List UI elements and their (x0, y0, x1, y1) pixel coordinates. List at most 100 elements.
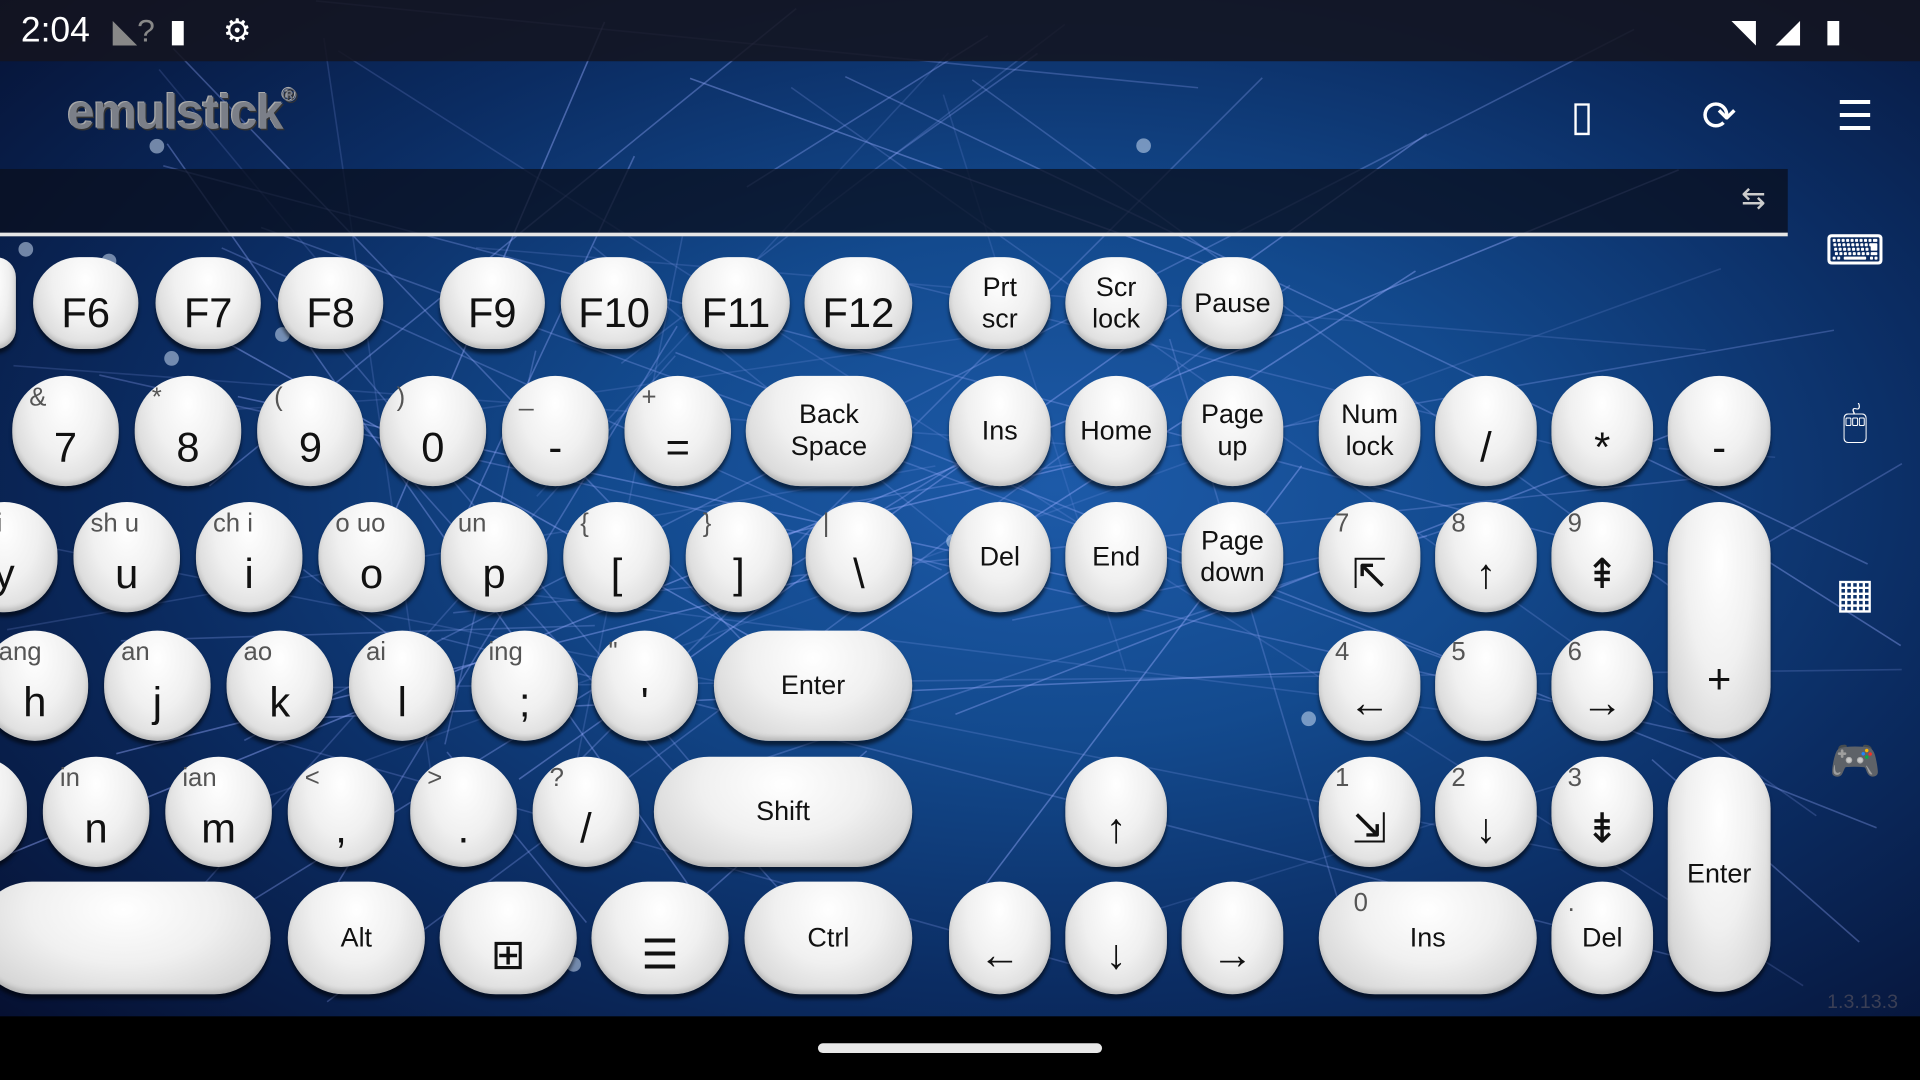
key-f10[interactable]: F10 (560, 257, 668, 349)
key-↑[interactable]: 8 ↑ (1435, 502, 1537, 613)
key-⊞[interactable]: ⊞ (439, 881, 577, 995)
key-shift-label: o uo (335, 509, 386, 538)
key-blank[interactable] (0, 257, 16, 349)
key-label: ↑ (1105, 805, 1127, 852)
key-home[interactable]: Home (1065, 375, 1167, 487)
key-p[interactable]: un p (440, 502, 548, 613)
key-ctrl[interactable]: Ctrl (744, 881, 913, 995)
gamepad-icon[interactable]: 🎮 (1818, 731, 1891, 792)
home-gesture-handle[interactable] (817, 1043, 1103, 1054)
network-glow (164, 351, 179, 366)
key-label: Enter (1686, 858, 1752, 889)
key-*[interactable]: * (1551, 375, 1654, 487)
key-blank[interactable] (0, 881, 271, 995)
key-u[interactable]: sh u u (73, 502, 181, 613)
key-→[interactable]: 6 → (1551, 630, 1654, 741)
key-⇞[interactable]: 9 ⇞ (1551, 502, 1654, 613)
key-shift-label: & (29, 383, 47, 412)
key-n[interactable]: in n (42, 756, 150, 867)
key-/[interactable]: ? / (532, 756, 640, 867)
key-][interactable]: }] (685, 502, 793, 613)
key-num-lock[interactable]: Num lock (1318, 375, 1421, 487)
key-shift-label: 7 (1335, 509, 1350, 538)
key-j[interactable]: an j (104, 630, 211, 741)
key-f9[interactable]: F9 (439, 257, 545, 349)
key-page-up[interactable]: Page up (1181, 375, 1284, 487)
key-f8[interactable]: F8 (277, 257, 384, 349)
key-;[interactable]: ing; (471, 630, 578, 741)
key-f11[interactable]: F11 (682, 257, 790, 349)
key-f6[interactable]: F6 (33, 257, 139, 349)
key-⇲[interactable]: 1 ⇲ (1318, 756, 1421, 867)
key-shift-label: 0 (1353, 888, 1368, 918)
sync-icon[interactable]: ⟳ (1682, 86, 1755, 147)
key-label: \ (853, 550, 865, 598)
list-icon[interactable]: ☰ (1818, 86, 1891, 147)
widgets-icon[interactable]: ▦ (1818, 563, 1891, 624)
key-enter[interactable]: Enter (1667, 756, 1771, 992)
key-←[interactable]: ← (948, 881, 1051, 995)
key-7[interactable]: & 7 (12, 375, 119, 487)
key-label: ← (978, 932, 1021, 979)
key-/[interactable]: / (1435, 375, 1537, 487)
key-☰[interactable]: ☰ (591, 881, 729, 995)
key-del[interactable]: . Del (1551, 881, 1654, 995)
key-f7[interactable]: F7 (155, 257, 261, 349)
key-shift[interactable]: Shift (653, 756, 913, 867)
phone-icon[interactable]: ▯ (1545, 86, 1618, 147)
key-shift-label: + (641, 383, 657, 412)
key-l[interactable]: ai l (348, 630, 456, 741)
key-label: Prt scr (981, 270, 1018, 334)
key-'[interactable]: " ' (591, 630, 698, 741)
key-prt-scr[interactable]: Prt scr (948, 257, 1051, 349)
key-0[interactable]: ) 0 (379, 375, 487, 487)
key-label: Enter (780, 669, 846, 701)
android-debug-icon: ⚙ (222, 12, 252, 49)
mouse-icon[interactable]: 🖱 (1818, 392, 1891, 453)
swap-arrows-icon[interactable]: ⇆ (1741, 181, 1766, 217)
status-bar: 2:04 ◣? ▮ ⚙ ◥ ◢ ▮ (0, 0, 1920, 62)
key-⇟[interactable]: 3 ⇟ (1551, 756, 1654, 867)
key-8[interactable]: * 8 (134, 375, 242, 487)
key-ins[interactable]: Ins (948, 375, 1051, 487)
key-m[interactable]: ian m (165, 756, 272, 867)
key-label: k (269, 679, 291, 726)
text-input-bar[interactable]: ⇆ (0, 168, 1788, 237)
key--[interactable]: - (1667, 375, 1771, 487)
key-pause[interactable]: Pause (1181, 257, 1284, 349)
key-shift-label: } (702, 509, 712, 538)
key-f12[interactable]: F12 (804, 257, 913, 349)
key-←[interactable]: 4 ← (1318, 630, 1421, 741)
key-⇱[interactable]: 7 ⇱ (1318, 502, 1421, 613)
keyboard-icon[interactable]: ⌨ (1818, 220, 1891, 281)
key-i[interactable]: ch i i (195, 502, 303, 613)
key-end[interactable]: End (1065, 502, 1167, 613)
key-shift-label: 1 (1335, 764, 1350, 793)
key-\[interactable]: | \ (805, 502, 913, 613)
key-alt[interactable]: Alt (287, 881, 425, 995)
key-↓[interactable]: 2 ↓ (1435, 756, 1537, 867)
key-=[interactable]: + = (624, 375, 732, 487)
key-o[interactable]: o uo o (318, 502, 425, 613)
key-blank[interactable]: 5 (1435, 630, 1537, 741)
key-shift-label: | (822, 509, 830, 538)
key-↑[interactable]: ↑ (1065, 756, 1167, 867)
key-del[interactable]: Del (948, 502, 1051, 613)
key-,[interactable]: <, (287, 756, 395, 867)
key-scr-lock[interactable]: Scr lock (1065, 257, 1167, 349)
key-label: Page down (1200, 524, 1265, 588)
key-label: u (115, 550, 139, 598)
key-label: / (580, 805, 592, 852)
key--[interactable]: _ - (502, 375, 609, 487)
key-→[interactable]: → (1181, 881, 1284, 995)
key-.[interactable]: >. (410, 756, 517, 867)
key-+[interactable]: + (1667, 502, 1771, 739)
key-back-space[interactable]: Back Space (745, 375, 913, 487)
key-9[interactable]: (9 (257, 375, 364, 487)
key-↓[interactable]: ↓ (1065, 881, 1167, 995)
key-k[interactable]: ao k (226, 630, 334, 741)
key-enter[interactable]: Enter (713, 630, 913, 741)
key-ins[interactable]: 0 Ins (1318, 881, 1537, 995)
key-page-down[interactable]: Page down (1181, 502, 1284, 613)
key-[[interactable]: {[ (563, 502, 670, 613)
